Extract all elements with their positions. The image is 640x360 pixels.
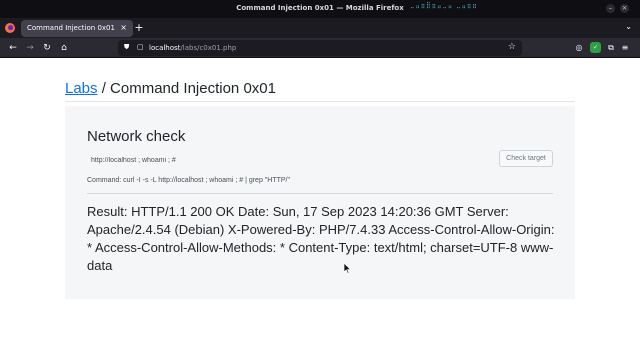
url-path: /labs/c0x01.php xyxy=(180,44,237,52)
bookmark-star-icon[interactable]: ☆ xyxy=(508,42,516,52)
page-content: Labs / Command Injection 0x01 Network ch… xyxy=(0,58,640,360)
tab-label: Command Injection 0x01 xyxy=(27,24,115,32)
firefox-menu-icon[interactable] xyxy=(4,22,16,34)
home-button[interactable]: ⌂ xyxy=(57,41,71,55)
close-window-icon[interactable]: × xyxy=(620,4,629,13)
window-title: Command Injection 0x01 — Mozilla Firefox xyxy=(236,4,404,12)
breadcrumb-separator: / xyxy=(97,80,111,97)
tab-strip: Command Injection 0x01 × + ⌄ xyxy=(0,18,640,38)
url-bar[interactable]: ⛊ ▢ localhost/labs/c0x01.php ☆ xyxy=(118,40,522,56)
card-title: Network check xyxy=(87,128,186,145)
tab-command-injection[interactable]: Command Injection 0x01 × xyxy=(21,20,133,37)
page-title: Labs / Command Injection 0x01 xyxy=(65,80,276,97)
tracking-protection-icon[interactable]: ⛊ xyxy=(124,43,129,52)
breadcrumb-labs-link[interactable]: Labs xyxy=(65,80,98,97)
url-text[interactable]: localhost/labs/c0x01.php xyxy=(149,44,236,52)
card-divider xyxy=(87,193,553,194)
site-info-icon[interactable]: ▢ xyxy=(137,43,144,51)
minimize-icon[interactable]: – xyxy=(606,4,615,13)
extension-green-icon[interactable]: ✓ xyxy=(590,42,601,53)
target-url-input[interactable] xyxy=(87,152,497,168)
extensions-icon[interactable]: ⧉ xyxy=(604,41,618,55)
url-host: localhost xyxy=(149,44,181,52)
breadcrumb-current: Command Injection 0x01 xyxy=(110,80,276,97)
app-menu-icon[interactable]: ≡ xyxy=(618,41,632,55)
command-text: Command: curl -I -s -L http://localhost … xyxy=(87,177,290,184)
back-button[interactable]: ← xyxy=(6,41,20,55)
navigation-toolbar: ← → ↻ ⌂ ⛊ ▢ localhost/labs/c0x01.php ☆ ◎… xyxy=(0,38,640,58)
list-all-tabs-icon[interactable]: ⌄ xyxy=(625,22,632,31)
mouse-cursor-icon xyxy=(344,263,352,274)
pocket-icon[interactable]: ◎ xyxy=(572,41,586,55)
reload-button[interactable]: ↻ xyxy=(40,41,54,55)
new-tab-button[interactable]: + xyxy=(132,21,146,35)
close-tab-icon[interactable]: × xyxy=(120,23,127,32)
result-output: Result: HTTP/1.1 200 OK Date: Sun, 17 Se… xyxy=(87,204,555,273)
check-target-button[interactable]: Check target xyxy=(499,150,553,167)
divider xyxy=(65,101,575,102)
window-titlebar: ⣀⣤⣶⣿⣶⣤⣀⣤ ⣀⣤⣶⣶ Command Injection 0x01 — M… xyxy=(0,0,640,18)
forward-button[interactable]: → xyxy=(23,41,37,55)
network-check-card: Network check Check target Command: curl… xyxy=(65,106,575,299)
